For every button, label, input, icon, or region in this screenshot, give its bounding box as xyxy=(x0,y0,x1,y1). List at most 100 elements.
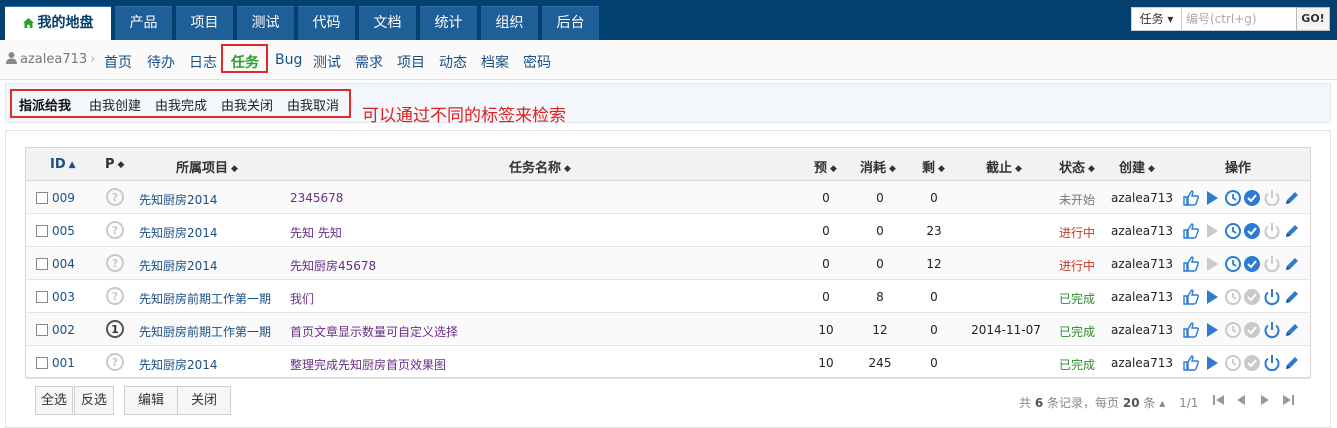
finish-icon[interactable] xyxy=(1243,255,1261,273)
header-project[interactable]: 所属项目 ◆ xyxy=(176,157,238,176)
subnav-project[interactable]: 项目 xyxy=(397,52,425,72)
close-icon[interactable] xyxy=(1263,288,1281,306)
select-all-button[interactable]: 全选 xyxy=(35,386,73,415)
start-icon[interactable] xyxy=(1203,321,1221,339)
close-icon[interactable] xyxy=(1263,255,1281,273)
last-page-icon[interactable] xyxy=(1281,393,1295,407)
tab-admin[interactable]: 后台 xyxy=(542,6,599,40)
header-creator[interactable]: 创建 ◆ xyxy=(1119,157,1155,176)
edit-icon[interactable] xyxy=(1283,222,1301,240)
tab-project[interactable]: 项目 xyxy=(176,6,233,40)
header-left[interactable]: 剩 ◆ xyxy=(922,157,945,176)
prev-page-icon[interactable] xyxy=(1234,393,1248,407)
edit-icon[interactable] xyxy=(1283,189,1301,207)
task-name-link[interactable]: 首页文章显示数量可自定义选择 xyxy=(290,323,458,340)
record-estimate-icon[interactable] xyxy=(1224,321,1242,339)
project-link[interactable]: 先知厨房前期工作第一期 xyxy=(139,290,271,307)
header-task-name[interactable]: 任务名称 ◆ xyxy=(509,157,571,176)
batch-edit-button[interactable]: 编辑 xyxy=(124,386,178,415)
start-icon[interactable] xyxy=(1203,222,1221,240)
pager-per-page-suffix[interactable]: 条 ▴ xyxy=(1143,396,1165,410)
start-icon[interactable] xyxy=(1203,255,1221,273)
record-estimate-icon[interactable] xyxy=(1224,354,1242,372)
header-id[interactable]: ID ▲ xyxy=(50,157,76,172)
assign-icon[interactable] xyxy=(1182,288,1200,306)
task-name-link[interactable]: 先知 先知 xyxy=(290,224,342,241)
task-id-link[interactable]: 003 xyxy=(52,290,75,304)
project-link[interactable]: 先知厨房2014 xyxy=(139,257,218,274)
edit-icon[interactable] xyxy=(1283,321,1301,339)
finish-icon[interactable] xyxy=(1243,222,1261,240)
header-priority[interactable]: P ◆ xyxy=(105,157,124,172)
assign-icon[interactable] xyxy=(1182,255,1200,273)
tab-my-dashboard[interactable]: 我的地盘 xyxy=(5,6,111,40)
subnav-test[interactable]: 测试 xyxy=(313,52,341,72)
record-estimate-icon[interactable] xyxy=(1224,222,1242,240)
subnav-password[interactable]: 密码 xyxy=(523,52,551,72)
tab-product[interactable]: 产品 xyxy=(115,6,172,40)
subnav-todo[interactable]: 待办 xyxy=(147,52,175,72)
start-icon[interactable] xyxy=(1203,189,1221,207)
assign-icon[interactable] xyxy=(1182,222,1200,240)
task-name-link[interactable]: 2345678 xyxy=(290,191,343,205)
tab-test[interactable]: 测试 xyxy=(237,6,294,40)
record-estimate-icon[interactable] xyxy=(1224,189,1242,207)
row-checkbox[interactable] xyxy=(36,258,48,270)
close-icon[interactable] xyxy=(1263,354,1281,372)
pager-per-page[interactable]: 20 xyxy=(1123,396,1140,410)
tab-statistics[interactable]: 统计 xyxy=(420,6,477,40)
assign-icon[interactable] xyxy=(1182,321,1200,339)
search-go-button[interactable]: GO! xyxy=(1296,7,1330,31)
record-estimate-icon[interactable] xyxy=(1224,255,1242,273)
header-consumed[interactable]: 消耗 ◆ xyxy=(860,157,896,176)
invert-selection-button[interactable]: 反选 xyxy=(74,386,114,415)
project-link[interactable]: 先知厨房2014 xyxy=(139,191,218,208)
start-icon[interactable] xyxy=(1203,288,1221,306)
finish-icon[interactable] xyxy=(1243,288,1261,306)
project-link[interactable]: 先知厨房前期工作第一期 xyxy=(139,323,271,340)
project-link[interactable]: 先知厨房2014 xyxy=(139,356,218,373)
batch-close-button[interactable]: 关闭 xyxy=(177,386,231,415)
tab-code[interactable]: 代码 xyxy=(298,6,355,40)
row-checkbox[interactable] xyxy=(36,225,48,237)
subnav-home[interactable]: 首页 xyxy=(104,52,132,72)
user-breadcrumb[interactable]: azalea713 › xyxy=(6,52,95,67)
edit-icon[interactable] xyxy=(1283,354,1301,372)
assign-icon[interactable] xyxy=(1182,189,1200,207)
header-status[interactable]: 状态 ◆ xyxy=(1059,157,1095,176)
row-checkbox[interactable] xyxy=(36,291,48,303)
header-deadline[interactable]: 截止 ◆ xyxy=(986,157,1022,176)
close-icon[interactable] xyxy=(1263,321,1281,339)
tab-document[interactable]: 文档 xyxy=(359,6,416,40)
task-name-link[interactable]: 先知厨房45678 xyxy=(290,257,376,274)
project-link[interactable]: 先知厨房2014 xyxy=(139,224,218,241)
edit-icon[interactable] xyxy=(1283,288,1301,306)
finish-icon[interactable] xyxy=(1243,354,1261,372)
task-id-link[interactable]: 005 xyxy=(52,224,75,238)
task-id-link[interactable]: 009 xyxy=(52,191,75,205)
first-page-icon[interactable] xyxy=(1212,393,1226,407)
close-icon[interactable] xyxy=(1263,189,1281,207)
close-icon[interactable] xyxy=(1263,222,1281,240)
task-id-link[interactable]: 002 xyxy=(52,323,75,337)
start-icon[interactable] xyxy=(1203,354,1221,372)
row-checkbox[interactable] xyxy=(36,357,48,369)
row-checkbox[interactable] xyxy=(36,192,48,204)
task-id-link[interactable]: 004 xyxy=(52,257,75,271)
row-checkbox[interactable] xyxy=(36,324,48,336)
search-type-select[interactable]: 任务 ▾ xyxy=(1132,8,1182,30)
task-name-link[interactable]: 我们 xyxy=(290,290,314,307)
subnav-profile[interactable]: 档案 xyxy=(481,52,509,72)
edit-icon[interactable] xyxy=(1283,255,1301,273)
task-name-link[interactable]: 整理完成先知厨房首页效果图 xyxy=(290,356,446,373)
subnav-story[interactable]: 需求 xyxy=(355,52,383,72)
task-id-link[interactable]: 001 xyxy=(52,356,75,370)
tab-organization[interactable]: 组织 xyxy=(481,6,538,40)
subnav-bug[interactable]: Bug xyxy=(275,52,302,68)
finish-icon[interactable] xyxy=(1243,321,1261,339)
record-estimate-icon[interactable] xyxy=(1224,288,1242,306)
next-page-icon[interactable] xyxy=(1258,393,1272,407)
assign-icon[interactable] xyxy=(1182,354,1200,372)
subnav-dynamic[interactable]: 动态 xyxy=(439,52,467,72)
finish-icon[interactable] xyxy=(1243,189,1261,207)
